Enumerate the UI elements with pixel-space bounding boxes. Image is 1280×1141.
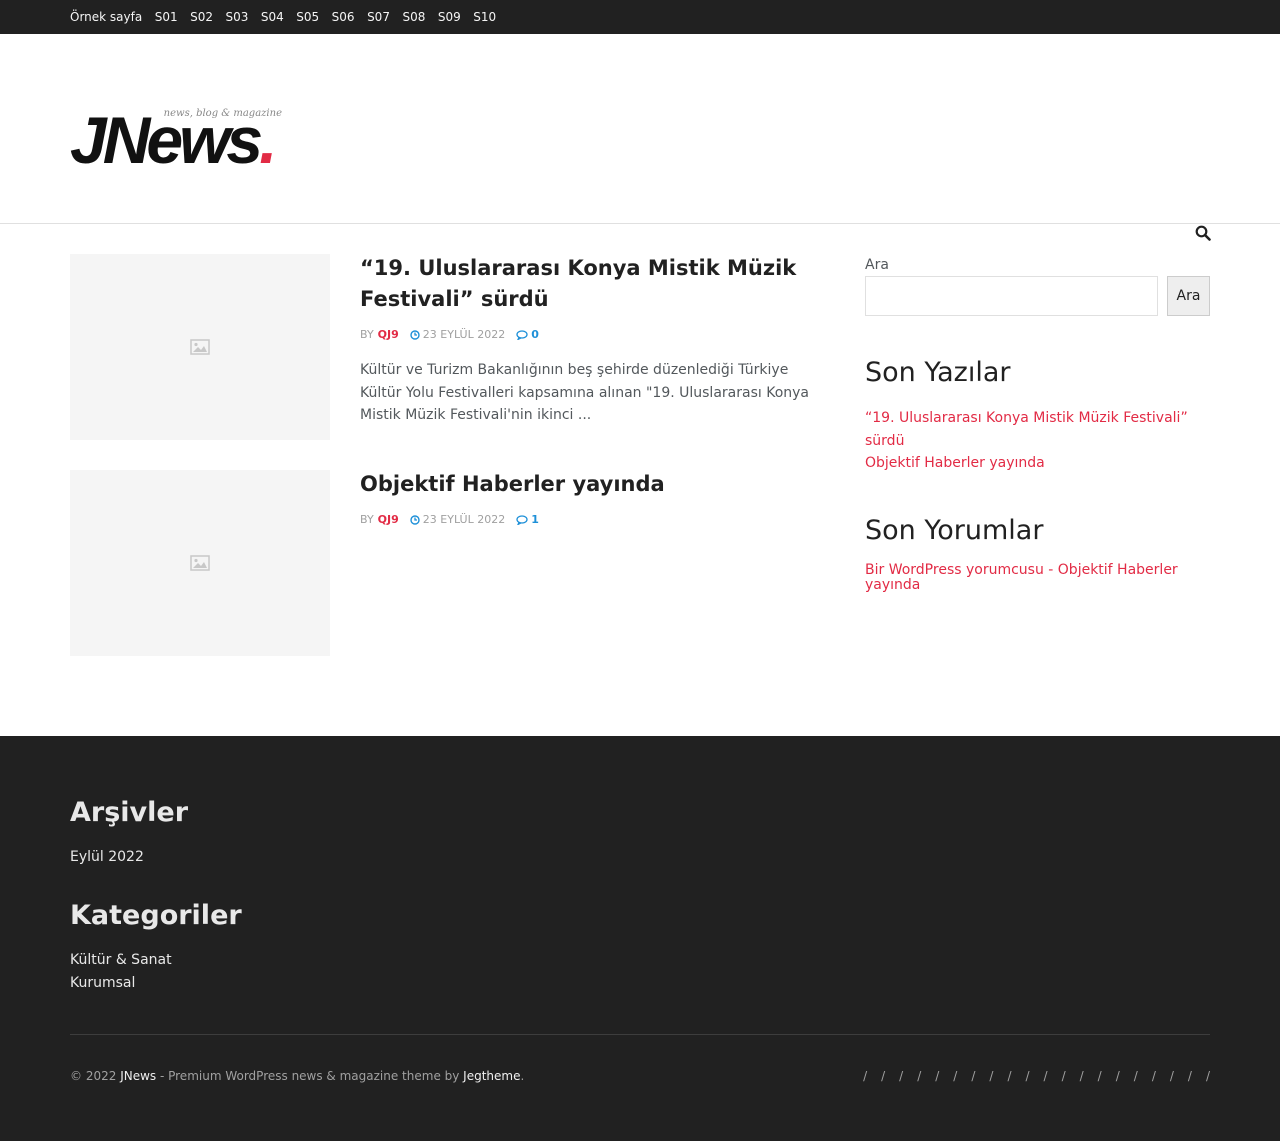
top-menu: Örnek sayfa S01 S02 S03 S04 S05 S06 S07 … — [0, 0, 1280, 34]
post-date[interactable]: 23 EYLÜL 2022 — [410, 328, 505, 341]
image-icon — [190, 555, 210, 571]
footer-menu-separator: / — [1043, 1069, 1048, 1083]
top-menu-item-s07[interactable]: S07 — [367, 10, 390, 24]
image-icon — [190, 339, 210, 355]
post-meta: BY QJ9 23 EYLÜL 2022 0 — [360, 328, 825, 341]
recent-posts-title: Son Yazılar — [865, 357, 1011, 388]
top-menu-item-s03[interactable]: S03 — [226, 10, 249, 24]
post-author[interactable]: QJ9 — [378, 513, 399, 526]
post-author[interactable]: QJ9 — [378, 328, 399, 341]
footer-menu-separator: / — [899, 1069, 904, 1083]
footer-menu-separator: / — [1133, 1069, 1138, 1083]
archives-title: Arşivler — [70, 797, 189, 828]
top-menu-item-s08[interactable]: S08 — [402, 10, 425, 24]
post-title[interactable]: Objektif Haberler yayında — [360, 469, 825, 500]
post-comments[interactable]: 0 — [516, 328, 539, 341]
post-meta: BY QJ9 23 EYLÜL 2022 1 — [360, 513, 825, 526]
footer-menu-separator: / — [1115, 1069, 1120, 1083]
search-button[interactable]: Ara — [1167, 276, 1210, 316]
site-footer: Arşivler Eylül 2022 Kategoriler Kültür &… — [0, 736, 1280, 1141]
post-item: “19. Uluslararası Konya Mistik Müzik Fes… — [70, 254, 825, 440]
post-title[interactable]: “19. Uluslararası Konya Mistik Müzik Fes… — [360, 253, 825, 315]
post-body: “19. Uluslararası Konya Mistik Müzik Fes… — [360, 254, 825, 427]
logo-wordmark: JNews. — [70, 103, 278, 177]
recent-post-link[interactable]: Objektif Haberler yayında — [865, 452, 1210, 475]
site-logo[interactable]: news, blog & magazine JNews. — [70, 103, 302, 177]
top-menu-item-s02[interactable]: S02 — [190, 10, 213, 24]
comment-icon — [516, 514, 528, 525]
footer-menu-separator: / — [1205, 1069, 1210, 1083]
footer-menu-separator: / — [917, 1069, 922, 1083]
footer-menu: / / / / / / / / / / / / / / / / / / / / — [790, 1069, 1210, 1083]
footer-menu-separator: / — [1025, 1069, 1030, 1083]
footer-menu-separator: / — [881, 1069, 886, 1083]
footer-menu-separator: / — [1079, 1069, 1084, 1083]
footer-menu-separator: / — [953, 1069, 958, 1083]
top-menu-item-ornek-sayfa[interactable]: Örnek sayfa — [70, 10, 142, 24]
footer-menu-separator: / — [1169, 1069, 1174, 1083]
post-thumbnail[interactable] — [70, 254, 330, 440]
post-date[interactable]: 23 EYLÜL 2022 — [410, 513, 505, 526]
copyright: © 2022 JNews - Premium WordPress news & … — [70, 1069, 525, 1083]
category-link[interactable]: Kültür & Sanat — [70, 952, 172, 968]
recent-comment-link[interactable]: Bir WordPress yorumcusu - Objektif Haber… — [865, 563, 1210, 593]
clock-icon — [410, 514, 420, 525]
categories-title: Kategoriler — [70, 900, 242, 931]
copyright-brand-link[interactable]: JNews — [120, 1069, 156, 1083]
footer-divider — [70, 1034, 1210, 1035]
category-link[interactable]: Kurumsal — [70, 975, 135, 991]
footer-menu-separator: / — [935, 1069, 940, 1083]
post-item: Objektif Haberler yayında BY QJ9 23 EYLÜ… — [70, 470, 825, 656]
top-menu-item-s06[interactable]: S06 — [332, 10, 355, 24]
copyright-author-link[interactable]: Jegtheme — [463, 1069, 520, 1083]
post-excerpt: Kültür ve Turizm Bakanlığının beş şehird… — [360, 362, 809, 423]
post-comments[interactable]: 1 — [516, 513, 539, 526]
footer-menu-separator: / — [1097, 1069, 1102, 1083]
post-meta-by: BY — [360, 328, 374, 341]
footer-menu-separator: / — [989, 1069, 994, 1083]
clock-icon — [410, 329, 420, 340]
search-label: Ara — [865, 257, 889, 273]
site-header: news, blog & magazine JNews. — [0, 34, 1280, 241]
recent-post-link[interactable]: “19. Uluslararası Konya Mistik Müzik Fes… — [865, 407, 1210, 452]
top-menu-item-s10[interactable]: S10 — [473, 10, 496, 24]
footer-menu-separator: / — [863, 1069, 868, 1083]
top-menu-item-s01[interactable]: S01 — [155, 10, 178, 24]
recent-comments-title: Son Yorumlar — [865, 515, 1044, 546]
top-menu-item-s05[interactable]: S05 — [296, 10, 319, 24]
footer-menu-separator: / — [971, 1069, 976, 1083]
top-bar: Örnek sayfa S01 S02 S03 S04 S05 S06 S07 … — [0, 0, 1280, 34]
post-thumbnail[interactable] — [70, 470, 330, 656]
search-input[interactable] — [865, 276, 1158, 316]
footer-menu-separator: / — [1187, 1069, 1192, 1083]
main-content: “19. Uluslararası Konya Mistik Müzik Fes… — [0, 224, 1280, 736]
top-menu-item-s04[interactable]: S04 — [261, 10, 284, 24]
footer-menu-separator: / — [1061, 1069, 1066, 1083]
footer-menu-separator: / — [1151, 1069, 1156, 1083]
post-meta-by: BY — [360, 513, 374, 526]
archive-link[interactable]: Eylül 2022 — [70, 849, 144, 865]
top-menu-item-s09[interactable]: S09 — [438, 10, 461, 24]
post-body: Objektif Haberler yayında BY QJ9 23 EYLÜ… — [360, 470, 825, 526]
footer-menu-separator: / — [1007, 1069, 1012, 1083]
comment-icon — [516, 329, 528, 340]
